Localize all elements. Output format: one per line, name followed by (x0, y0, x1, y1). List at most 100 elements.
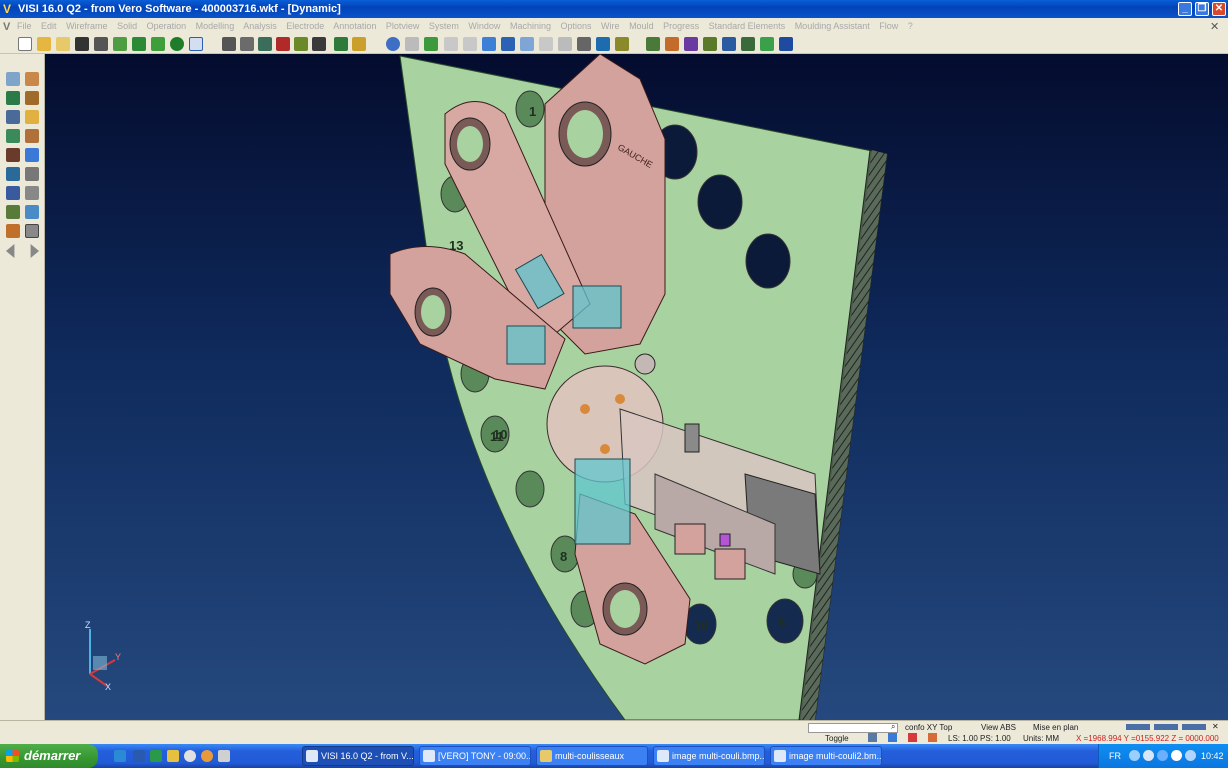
grid-icon[interactable] (615, 37, 629, 51)
tray-icon[interactable] (1129, 750, 1140, 761)
extend-icon[interactable] (25, 129, 39, 143)
frame-icon[interactable] (25, 224, 39, 238)
menu-moulding-assistant[interactable]: Moulding Assistant (795, 21, 870, 31)
view-right-icon[interactable] (501, 37, 515, 51)
view-top-icon[interactable] (520, 37, 534, 51)
line-icon[interactable] (25, 72, 39, 86)
menu-wire[interactable]: Wire (601, 21, 620, 31)
shaded-edges-icon[interactable] (294, 37, 308, 51)
hidden-line-icon[interactable] (240, 37, 254, 51)
menu-annotation[interactable]: Annotation (333, 21, 376, 31)
search-icon[interactable]: ⌕ (891, 722, 895, 732)
spline-icon[interactable] (25, 110, 39, 124)
command-input[interactable] (808, 723, 898, 733)
print-icon[interactable] (113, 37, 127, 51)
stop-icon[interactable] (928, 733, 937, 742)
document-icon[interactable]: V (3, 19, 10, 35)
view-bottom-icon[interactable] (539, 37, 553, 51)
view-front-icon[interactable] (444, 37, 458, 51)
surface-icon[interactable] (25, 148, 39, 162)
export-icon[interactable] (151, 37, 165, 51)
toggle-label[interactable]: Toggle (825, 734, 849, 743)
delete-small-icon[interactable] (908, 733, 917, 742)
attribute-icon[interactable] (646, 37, 660, 51)
menu-electrode[interactable]: Electrode (286, 21, 324, 31)
start-button[interactable]: démarrer (0, 744, 98, 768)
menu-system[interactable]: System (429, 21, 459, 31)
view-back-icon[interactable] (463, 37, 477, 51)
menu-options[interactable]: Options (561, 21, 592, 31)
toggle-icon[interactable] (868, 733, 877, 742)
save-icon[interactable] (75, 37, 89, 51)
menu-solid[interactable]: Solid (117, 21, 137, 31)
menu-flow[interactable]: Flow (879, 21, 898, 31)
dynamic-view-icon[interactable] (596, 37, 610, 51)
dimension-icon[interactable] (25, 186, 39, 200)
menu-mould[interactable]: Mould (629, 21, 654, 31)
wireframe-view-icon[interactable] (222, 37, 236, 51)
menu-modelling[interactable]: Modelling (196, 21, 235, 31)
shaded-icon[interactable] (258, 37, 272, 51)
menu-window[interactable]: Window (468, 21, 500, 31)
task-vero-tony[interactable]: [VERO] TONY - 09:00... (419, 746, 531, 766)
view-iso-icon[interactable] (558, 37, 572, 51)
extrude-icon[interactable] (6, 167, 20, 181)
arc-icon[interactable] (25, 91, 39, 105)
revolve-icon[interactable] (25, 167, 39, 181)
open-file-icon[interactable] (37, 37, 51, 51)
quicklaunch-outlook-icon[interactable] (167, 750, 179, 762)
view-left-icon[interactable] (482, 37, 496, 51)
task-multi-coulisseaux[interactable]: multi-coulisseaux (536, 746, 648, 766)
close-button[interactable]: ✕ (1212, 2, 1226, 16)
task-image-2[interactable]: image multi-couli2.bm... (770, 746, 882, 766)
visi-app-icon[interactable]: V (3, 2, 16, 16)
circle-icon[interactable] (6, 110, 20, 124)
material-icon[interactable] (684, 37, 698, 51)
config-view-label[interactable]: confo XY Top (905, 723, 952, 732)
help-icon[interactable] (6, 186, 20, 200)
back-arrow-icon[interactable] (6, 244, 15, 258)
save-as-icon[interactable] (94, 37, 108, 51)
task-image-1[interactable]: image multi-couli.bmp... (653, 746, 765, 766)
menu-standard-elements[interactable]: Standard Elements (709, 21, 786, 31)
color-icon[interactable] (665, 37, 679, 51)
new-file-icon[interactable] (18, 37, 32, 51)
display-mode-icon[interactable] (312, 37, 326, 51)
offset-icon[interactable] (6, 148, 20, 162)
window-icon[interactable] (189, 37, 203, 51)
menu-progress[interactable]: Progress (663, 21, 699, 31)
render-icon[interactable] (276, 37, 290, 51)
language-indicator[interactable]: FR (1109, 744, 1121, 768)
menu-machining[interactable]: Machining (510, 21, 551, 31)
quicklaunch-ie-icon[interactable] (114, 750, 126, 762)
view-bar-1[interactable] (1126, 724, 1150, 730)
menu-edit[interactable]: Edit (41, 21, 57, 31)
menu-plotview[interactable]: Plotview (386, 21, 420, 31)
view-bar-3[interactable] (1182, 724, 1206, 730)
measure-icon[interactable] (703, 37, 717, 51)
properties-icon[interactable] (741, 37, 755, 51)
task-visi[interactable]: VISI 16.0 Q2 - from V... (302, 746, 414, 766)
menu-analysis[interactable]: Analysis (243, 21, 277, 31)
viewport-3d[interactable]: 1 13 11 10 8 6 16 GAUCHE Z Y X (45, 54, 1228, 720)
mdi-close-icon[interactable]: ✕ (1210, 19, 1219, 35)
quicklaunch-calc-icon[interactable] (218, 750, 230, 762)
import-icon[interactable] (132, 37, 146, 51)
view-mode-icon[interactable] (334, 37, 348, 51)
quicklaunch-media-icon[interactable] (184, 750, 196, 762)
volume-icon[interactable] (1171, 750, 1182, 761)
restore-button[interactable]: ❐ (1195, 2, 1209, 16)
cylinder-icon[interactable] (405, 37, 419, 51)
solid-icon[interactable] (779, 37, 793, 51)
tools-icon[interactable] (6, 224, 20, 238)
trim-icon[interactable] (6, 129, 20, 143)
rotate-icon[interactable] (386, 37, 400, 51)
pick-icon[interactable] (760, 37, 774, 51)
lighting-icon[interactable] (352, 37, 366, 51)
transform-icon[interactable] (25, 205, 39, 219)
section-icon[interactable] (577, 37, 591, 51)
quicklaunch-msn-icon[interactable] (201, 750, 213, 762)
view-abs-label[interactable]: View ABS (981, 723, 1016, 732)
menu-wireframe[interactable]: Wireframe (66, 21, 108, 31)
open-folder-icon[interactable] (56, 37, 70, 51)
